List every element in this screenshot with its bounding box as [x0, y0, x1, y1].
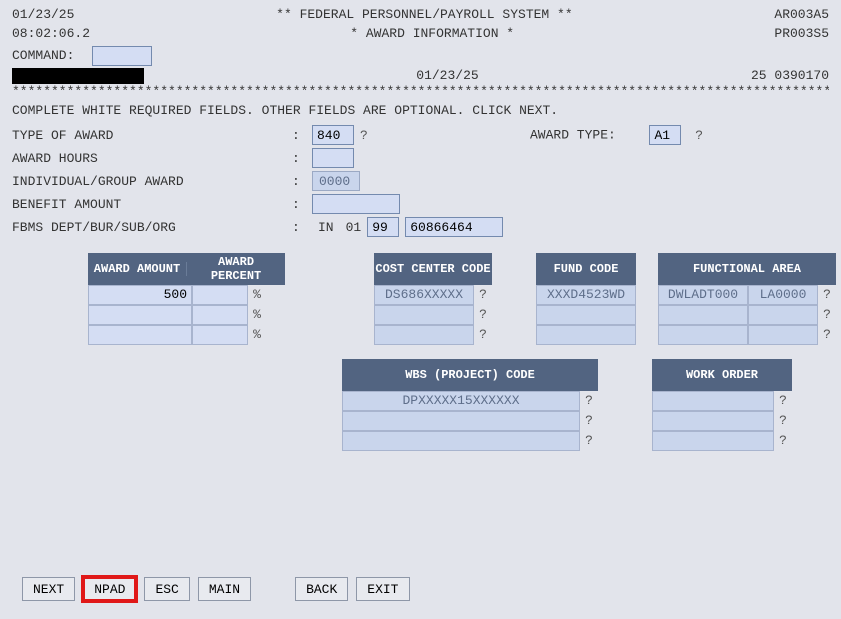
system-title: ** FEDERAL PERSONNEL/PAYROLL SYSTEM **: [74, 6, 774, 25]
exit-button[interactable]: EXIT: [356, 577, 409, 601]
help-icon[interactable]: ?: [774, 411, 792, 431]
help-icon[interactable]: ?: [474, 285, 492, 305]
help-icon[interactable]: ?: [580, 431, 598, 451]
separator-stars: ****************************************…: [12, 84, 829, 99]
record-id: 25 0390170: [751, 68, 829, 84]
help-icon[interactable]: ?: [474, 325, 492, 345]
benefit-amount-input[interactable]: [312, 194, 400, 214]
fund-code-3: [536, 325, 636, 345]
award-percent-1[interactable]: [192, 285, 248, 305]
line2-date: 01/23/25: [144, 68, 751, 84]
cost-center-2: [374, 305, 474, 325]
award-percent-3[interactable]: [192, 325, 248, 345]
cost-center-1: [374, 285, 474, 305]
func-area-a-1: [658, 285, 748, 305]
award-hours-input[interactable]: [312, 148, 354, 168]
help-icon[interactable]: ?: [354, 128, 368, 143]
fbms-sub-input[interactable]: [367, 217, 399, 237]
fbms-label: FBMS DEPT/BUR/SUB/ORG: [12, 220, 292, 235]
award-type-label: AWARD TYPE:: [530, 128, 616, 143]
help-icon[interactable]: ?: [818, 305, 836, 325]
command-input[interactable]: [92, 46, 152, 66]
wbs-1: [342, 391, 580, 411]
award-amount-1[interactable]: [88, 285, 192, 305]
wbs-2: [342, 411, 580, 431]
award-amount-3[interactable]: [88, 325, 192, 345]
esc-button[interactable]: ESC: [144, 577, 189, 601]
functional-area-header: FUNCTIONAL AREA: [658, 253, 836, 285]
next-button[interactable]: NEXT: [22, 577, 75, 601]
wbs-3: [342, 431, 580, 451]
redacted-field: [12, 68, 144, 84]
instruction-text: COMPLETE WHITE REQUIRED FIELDS. OTHER FI…: [12, 103, 829, 118]
header-date: 01/23/25: [12, 6, 74, 25]
npad-button[interactable]: NPAD: [83, 577, 136, 601]
back-button[interactable]: BACK: [295, 577, 348, 601]
cost-center-header: COST CENTER CODE: [374, 253, 492, 285]
help-icon[interactable]: ?: [818, 285, 836, 305]
work-order-2: [652, 411, 774, 431]
screen-code-bottom: PR003S5: [774, 25, 829, 44]
func-area-a-2: [658, 305, 748, 325]
award-amount-header: AWARD AMOUNT AWARD PERCENT: [88, 253, 285, 285]
help-icon[interactable]: ?: [689, 128, 703, 143]
help-icon[interactable]: ?: [580, 391, 598, 411]
award-percent-2[interactable]: [192, 305, 248, 325]
func-area-a-3: [658, 325, 748, 345]
help-icon[interactable]: ?: [580, 411, 598, 431]
individual-group-label: INDIVIDUAL/GROUP AWARD: [12, 174, 292, 189]
award-hours-label: AWARD HOURS: [12, 151, 292, 166]
fund-code-2: [536, 305, 636, 325]
header-time: 08:02:06.2: [12, 25, 90, 44]
wbs-header: WBS (PROJECT) CODE: [342, 359, 598, 391]
work-order-3: [652, 431, 774, 451]
func-area-b-1: [748, 285, 818, 305]
command-label: COMMAND:: [12, 48, 74, 63]
fbms-org-input[interactable]: [405, 217, 503, 237]
work-order-1: [652, 391, 774, 411]
func-area-b-2: [748, 305, 818, 325]
award-amount-2[interactable]: [88, 305, 192, 325]
fund-code-header: FUND CODE: [536, 253, 636, 285]
award-type-input[interactable]: [649, 125, 681, 145]
type-of-award-label: TYPE OF AWARD: [12, 128, 292, 143]
fund-code-1: [536, 285, 636, 305]
func-area-b-3: [748, 325, 818, 345]
type-of-award-input[interactable]: [312, 125, 354, 145]
screen-title: * AWARD INFORMATION *: [90, 25, 774, 44]
main-button[interactable]: MAIN: [198, 577, 251, 601]
cost-center-3: [374, 325, 474, 345]
fbms-in: IN: [312, 220, 340, 235]
help-icon[interactable]: ?: [818, 325, 836, 345]
screen-code-top: AR003A5: [774, 6, 829, 25]
fbms-01: 01: [340, 220, 368, 235]
help-icon[interactable]: ?: [774, 391, 792, 411]
help-icon[interactable]: ?: [474, 305, 492, 325]
help-icon[interactable]: ?: [774, 431, 792, 451]
work-order-header: WORK ORDER: [652, 359, 792, 391]
benefit-amount-label: BENEFIT AMOUNT: [12, 197, 292, 212]
individual-group-input: [312, 171, 360, 191]
